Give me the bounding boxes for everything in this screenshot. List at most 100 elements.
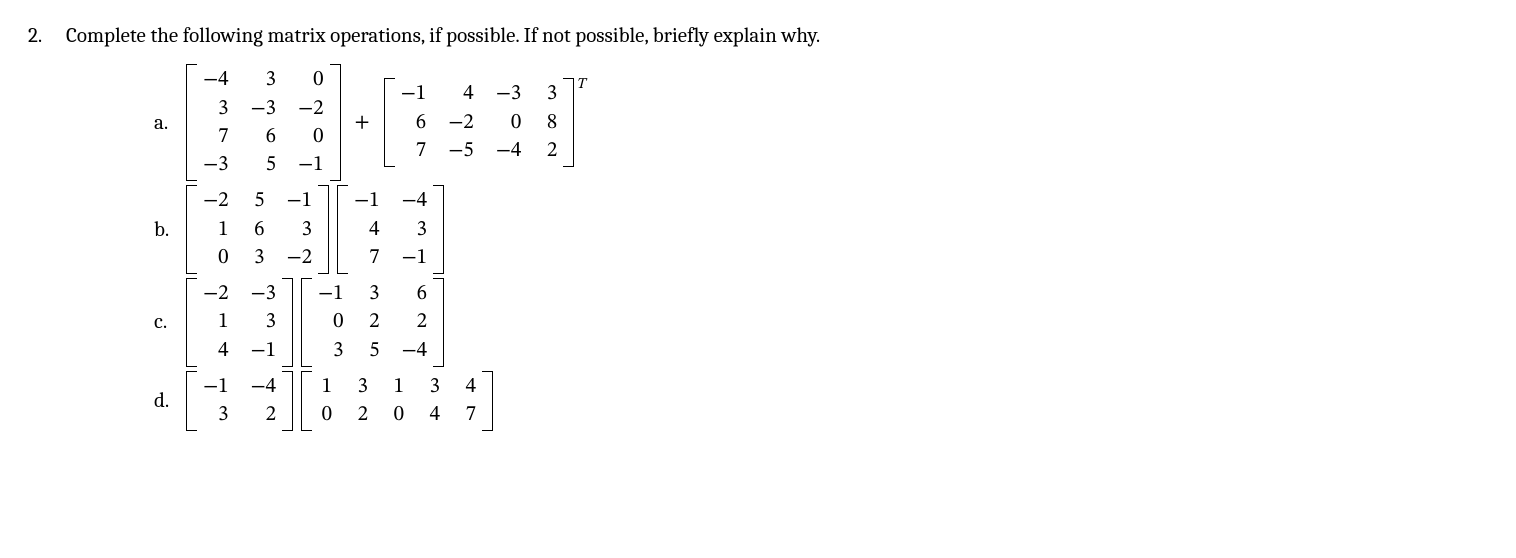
matrix: −14−336−2087−5−42 <box>384 78 575 167</box>
matrix-cell: 3 <box>203 96 229 122</box>
matrix-cell: −1 <box>251 338 277 364</box>
part: c.−2−3134−1−13602235−4 <box>154 278 1488 367</box>
left-bracket-icon <box>301 371 312 432</box>
left-bracket-icon <box>186 278 197 367</box>
matrix-cell: 0 <box>298 124 324 150</box>
matrix-cell: 1 <box>318 374 332 400</box>
matrix-cell: 4 <box>354 217 380 243</box>
operator: + <box>349 110 376 136</box>
matrix-cell: −1 <box>401 81 427 107</box>
matrix-cell: 2 <box>251 402 277 428</box>
part-label: c. <box>154 310 186 334</box>
matrix-cell: −4 <box>251 374 277 400</box>
matrix-cell: −3 <box>203 152 229 178</box>
matrix-cell: 3 <box>287 217 313 243</box>
matrix-cell: 3 <box>251 245 265 271</box>
matrix-cell: 5 <box>251 152 277 178</box>
matrix-cell: −1 <box>318 281 344 307</box>
matrix-body: 1313402047 <box>312 371 482 432</box>
matrix-cell: 0 <box>390 402 404 428</box>
matrix-cell: 5 <box>251 188 265 214</box>
matrix-cell: −2 <box>298 96 324 122</box>
matrix-cell: 6 <box>401 110 427 136</box>
matrix-cell: −2 <box>448 110 474 136</box>
matrix-cell: 3 <box>354 374 368 400</box>
left-bracket-icon <box>186 371 197 432</box>
matrix: −13602235−4 <box>301 278 444 367</box>
math-expression: −1−4321313402047 <box>186 371 493 432</box>
right-bracket-icon <box>433 278 444 367</box>
part-label: d. <box>154 389 186 413</box>
matrix-cell: 6 <box>251 124 277 150</box>
problem-body: Complete the following matrix operations… <box>66 22 1488 435</box>
matrix-cell: 4 <box>448 81 474 107</box>
problem-prompt: Complete the following matrix operations… <box>66 22 1488 50</box>
matrix-cell: −2 <box>203 281 229 307</box>
matrix-cell: 7 <box>203 124 229 150</box>
matrix-body: −1−4437−1 <box>348 185 433 274</box>
matrix-cell: −4 <box>203 67 229 93</box>
matrix-cell: 3 <box>251 67 277 93</box>
math-expression: −4303−3−2760−35−1+−14−336−2087−5−42T <box>186 64 585 181</box>
page: 2. Complete the following matrix operati… <box>0 0 1516 558</box>
matrix-cell: −3 <box>496 81 522 107</box>
matrix-cell: −5 <box>448 138 474 164</box>
matrix-cell: 4 <box>462 374 476 400</box>
matrix-cell: −2 <box>287 245 313 271</box>
matrix-body: −2−3134−1 <box>197 278 282 367</box>
matrix: −1−4437−1 <box>337 185 444 274</box>
problem: 2. Complete the following matrix operati… <box>28 22 1488 435</box>
matrix-cell: 4 <box>426 402 440 428</box>
part-label: b. <box>154 218 186 242</box>
left-bracket-icon <box>301 278 312 367</box>
matrix-cell: −3 <box>251 281 277 307</box>
matrix-cell: 3 <box>366 281 380 307</box>
matrix-body: −25−116303−2 <box>197 185 318 274</box>
matrix-cell: 2 <box>402 309 428 335</box>
matrix-cell: −1 <box>354 188 380 214</box>
right-bracket-icon <box>482 371 493 432</box>
part-label: a. <box>154 111 186 135</box>
matrix-cell: −4 <box>402 188 428 214</box>
matrix-cell: 2 <box>366 309 380 335</box>
matrix-cell: 5 <box>366 338 380 364</box>
matrix-cell: −1 <box>203 374 229 400</box>
matrix-cell: 0 <box>496 110 522 136</box>
math-expression: −25−116303−2−1−4437−1 <box>186 185 444 274</box>
left-bracket-icon <box>186 64 197 181</box>
matrix-cell: 4 <box>203 338 229 364</box>
matrix-cell: 0 <box>203 245 229 271</box>
part: d.−1−4321313402047 <box>154 371 1488 432</box>
right-bracket-icon <box>563 78 574 167</box>
matrix-cell: 1 <box>390 374 404 400</box>
matrix: −1 −4 32 <box>186 371 293 432</box>
matrix-cell: 3 <box>543 81 557 107</box>
matrix-body: −1 −4 32 <box>197 371 282 432</box>
matrix-cell: 1 <box>203 217 229 243</box>
matrix: −25−116303−2 <box>186 185 329 274</box>
matrix-cell: 1 <box>203 309 229 335</box>
matrix-cell: 7 <box>462 402 476 428</box>
matrix-cell: −3 <box>251 96 277 122</box>
matrix-cell: 6 <box>251 217 265 243</box>
matrix: 1313402047 <box>301 371 493 432</box>
matrix: −4303−3−2760−35−1 <box>186 64 341 181</box>
right-bracket-icon <box>330 64 341 181</box>
matrix-cell: 7 <box>401 138 427 164</box>
matrix-cell: 3 <box>318 338 344 364</box>
right-bracket-icon <box>318 185 329 274</box>
matrix: −2−3134−1 <box>186 278 293 367</box>
matrix-body: −14−336−2087−5−42 <box>395 78 564 167</box>
right-bracket-icon <box>282 371 293 432</box>
matrix-cell: 2 <box>354 402 368 428</box>
matrix-cell: −4 <box>402 338 428 364</box>
left-bracket-icon <box>186 185 197 274</box>
math-expression: −2−3134−1−13602235−4 <box>186 278 444 367</box>
parts-list: a.−4303−3−2760−35−1+−14−336−2087−5−42Tb.… <box>66 64 1488 431</box>
matrix-cell: 7 <box>354 245 380 271</box>
matrix-cell: 3 <box>203 402 229 428</box>
matrix-body: −13602235−4 <box>312 278 433 367</box>
matrix-cell: 3 <box>426 374 440 400</box>
matrix-cell: −4 <box>496 138 522 164</box>
matrix-transpose: −14−336−2087−5−42T <box>384 78 586 167</box>
